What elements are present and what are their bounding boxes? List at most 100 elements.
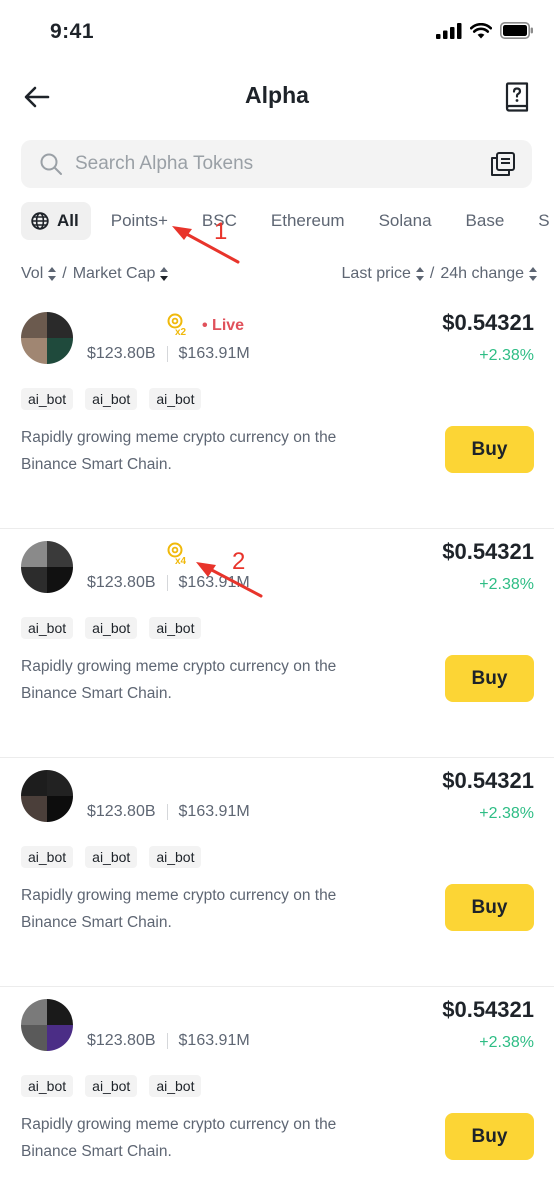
search-icon <box>40 153 62 175</box>
status-time: 9:41 <box>50 20 95 43</box>
tab-more[interactable]: S <box>538 211 549 231</box>
token-tag: ai_bot <box>21 617 74 639</box>
token-stats: $123.80B $163.91M <box>87 574 250 592</box>
token-change: +2.38% <box>479 347 534 364</box>
token-row[interactable]: $123.80B $163.91M $0.54321 +2.38% ai_bot… <box>0 987 554 1204</box>
badge-multiplier: x2 <box>175 327 187 336</box>
avatar-tile <box>21 541 47 567</box>
sort-divider: / <box>62 265 67 282</box>
token-tag: ai_bot <box>21 1075 74 1097</box>
token-change: +2.38% <box>479 1034 534 1051</box>
stats-divider <box>166 346 168 362</box>
token-change: +2.38% <box>479 576 534 593</box>
token-row[interactable]: $123.80B $163.91M $0.54321 +2.38% ai_bot… <box>0 758 554 987</box>
chain-tabs: All Points+ BSC Ethereum Solana Base S <box>21 200 554 242</box>
token-tag: ai_bot <box>85 617 138 639</box>
buy-button[interactable]: Buy <box>445 884 534 931</box>
token-tag: ai_bot <box>21 846 74 868</box>
token-description: Rapidly growing meme crypto currency on … <box>21 887 337 931</box>
sort-market-cap-label: Market Cap <box>72 265 156 282</box>
token-stats: $123.80B $163.91M <box>87 345 250 363</box>
sort-24h-change[interactable]: 24h change <box>440 265 537 283</box>
tab-all[interactable]: All <box>21 202 91 240</box>
token-vol: $123.80B <box>87 1032 156 1049</box>
avatar-tile <box>47 312 73 338</box>
token-price: $0.54321 <box>442 310 534 335</box>
status-icons <box>436 22 534 39</box>
token-list: x2 • Live $123.80B $163.91M $0.54321 +2.… <box>0 300 554 1204</box>
token-vol: $123.80B <box>87 803 156 820</box>
help-button[interactable] <box>500 80 534 114</box>
avatar-tile <box>47 1025 73 1051</box>
token-market-cap: $163.91M <box>178 1032 250 1049</box>
sort-group-left: Vol / Market Cap <box>21 265 169 283</box>
sort-last-price-label: Last price <box>341 265 411 282</box>
avatar-tile <box>47 541 73 567</box>
tab-base[interactable]: Base <box>466 211 505 231</box>
sort-caret-icon <box>529 267 537 281</box>
avatar-tile <box>21 796 47 822</box>
token-row[interactable]: x4 $123.80B $163.91M $0.54321 +2.38% ai_… <box>0 529 554 758</box>
avatar-tile <box>21 567 47 593</box>
sort-group-right: Last price / 24h change <box>342 265 537 283</box>
stats-divider <box>166 804 168 820</box>
token-vol: $123.80B <box>87 574 156 591</box>
buy-button[interactable]: Buy <box>445 1113 534 1160</box>
sort-row: Vol / Market Cap Last price / 24h change <box>21 262 537 286</box>
points-badge-icon: x2 <box>167 313 187 336</box>
sort-caret-icon <box>48 267 57 281</box>
token-tag: ai_bot <box>149 846 202 868</box>
sort-vol[interactable]: Vol <box>21 265 57 283</box>
avatar-tile <box>47 770 73 796</box>
tab-bsc[interactable]: BSC <box>202 211 237 231</box>
token-price: $0.54321 <box>442 768 534 793</box>
token-tag: ai_bot <box>149 388 202 410</box>
sort-divider: / <box>429 265 435 282</box>
token-description: Rapidly growing meme crypto currency on … <box>21 429 337 473</box>
token-tags: ai_bot ai_bot ai_bot <box>21 617 202 639</box>
buy-button[interactable]: Buy <box>445 655 534 702</box>
token-stats: $123.80B $163.91M <box>87 1032 250 1050</box>
token-tag: ai_bot <box>149 617 202 639</box>
page-title: Alpha <box>245 82 309 108</box>
token-tag: ai_bot <box>85 388 138 410</box>
token-market-cap: $163.91M <box>178 803 250 820</box>
avatar-tile <box>47 796 73 822</box>
avatar-tile <box>21 770 47 796</box>
token-avatar <box>21 999 73 1051</box>
search-bar <box>21 140 532 188</box>
search-input[interactable] <box>75 153 488 175</box>
buy-button[interactable]: Buy <box>445 426 534 473</box>
token-avatar <box>21 770 73 822</box>
live-indicator: • Live <box>202 317 245 334</box>
tab-ethereum[interactable]: Ethereum <box>271 211 345 231</box>
battery-icon <box>500 22 533 39</box>
token-tags: ai_bot ai_bot ai_bot <box>21 846 202 868</box>
wifi-icon <box>470 22 492 38</box>
badge-multiplier: x4 <box>175 556 187 565</box>
globe-icon <box>31 212 49 230</box>
token-market-cap: $163.91M <box>178 345 250 362</box>
tab-all-label: All <box>57 211 79 230</box>
token-tag: ai_bot <box>21 388 74 410</box>
avatar-tile <box>21 338 47 364</box>
token-avatar <box>21 312 73 364</box>
sort-24h-change-label: 24h change <box>440 265 524 282</box>
points-badge-x4: x4 <box>167 542 187 565</box>
tab-solana[interactable]: Solana <box>379 211 432 231</box>
token-tags: ai_bot ai_bot ai_bot <box>21 388 202 410</box>
sort-last-price[interactable]: Last price <box>342 265 424 283</box>
token-price: $0.54321 <box>442 539 534 564</box>
tab-points-plus[interactable]: Points+ <box>111 211 168 231</box>
token-tag: ai_bot <box>149 1075 202 1097</box>
status-bar: 9:41 <box>0 0 554 60</box>
sort-market-cap[interactable]: Market Cap <box>73 265 169 283</box>
copy-button[interactable] <box>488 149 518 179</box>
token-tag: ai_bot <box>85 846 138 868</box>
token-tags: ai_bot ai_bot ai_bot <box>21 1075 202 1097</box>
token-row[interactable]: x2 • Live $123.80B $163.91M $0.54321 +2.… <box>0 300 554 529</box>
stats-divider <box>166 1033 168 1049</box>
copy-icon <box>491 152 515 176</box>
avatar-tile <box>47 338 73 364</box>
avatar-tile <box>47 999 73 1025</box>
